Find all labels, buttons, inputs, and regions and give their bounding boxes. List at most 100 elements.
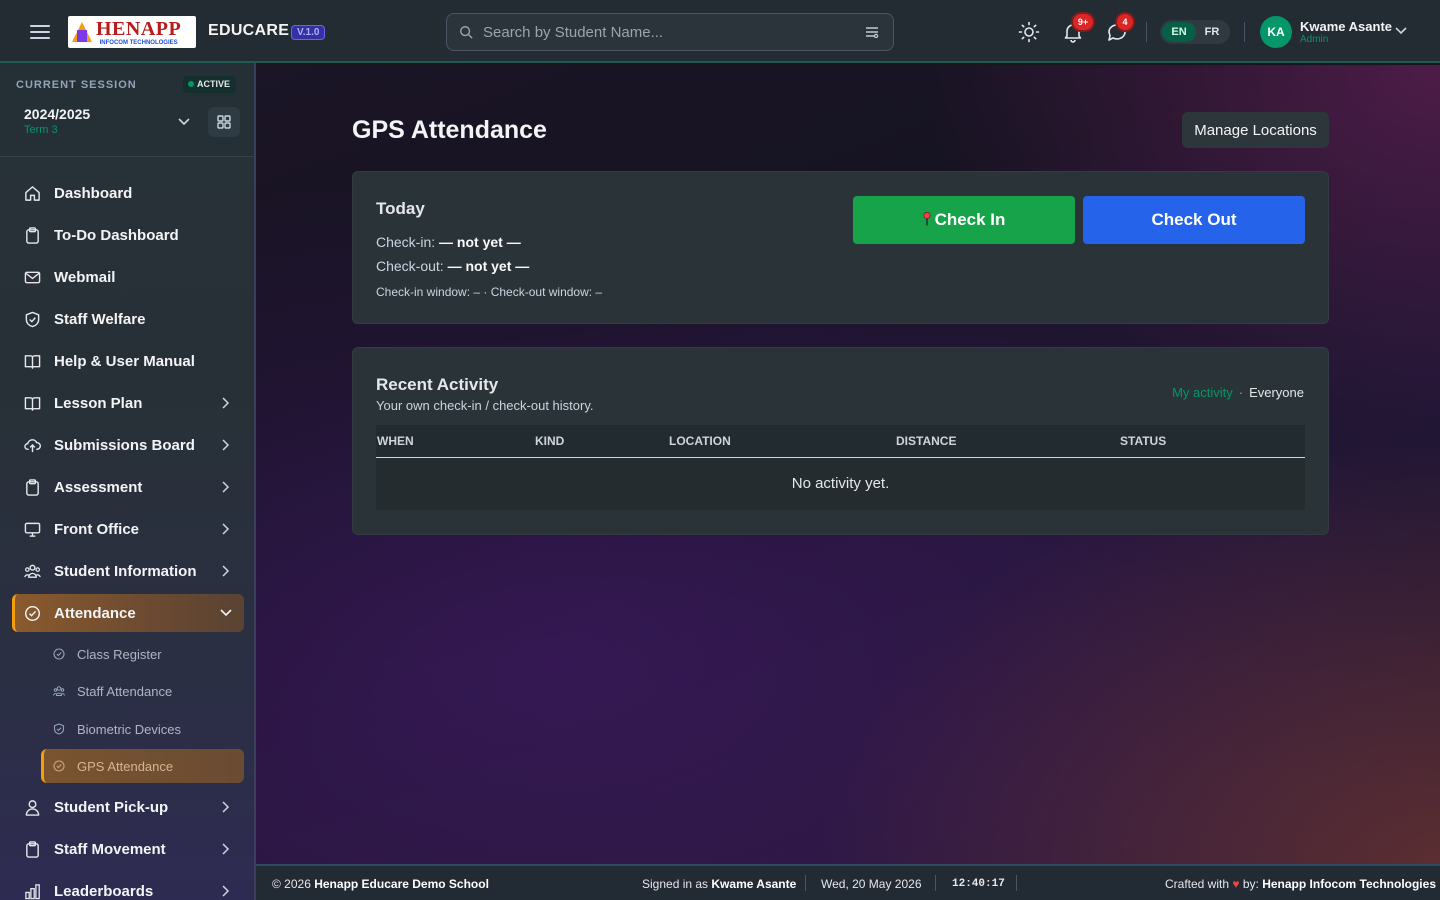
signed-in-prefix: Signed in as xyxy=(642,877,709,891)
sidebar-item-staff-welfare[interactable]: Staff Welfare xyxy=(12,300,244,338)
column-when: WHEN xyxy=(377,434,414,448)
logo-mark-icon xyxy=(68,16,96,48)
status-badge: ACTIVE xyxy=(183,76,237,93)
manage-locations-button[interactable]: Manage Locations xyxy=(1182,112,1329,148)
chevron-right-icon xyxy=(222,397,230,409)
shield-icon xyxy=(25,311,40,328)
sidebar-item-student-pickup[interactable]: Student Pick-up xyxy=(12,788,244,826)
top-bar: HENAPP INFOCOM TECHNOLOGIES EDUCARE V.1.… xyxy=(0,0,1440,63)
search-bar xyxy=(446,13,894,51)
search-input[interactable] xyxy=(483,20,863,44)
sidebar-item-label: Submissions Board xyxy=(54,437,195,454)
header-divider xyxy=(1244,22,1245,42)
user-name[interactable]: Kwame Asante xyxy=(1300,19,1392,34)
grid-icon xyxy=(217,115,231,129)
heart-icon: ♥ xyxy=(1232,877,1240,891)
check-in-label: Check In xyxy=(934,210,1006,229)
clipboard-icon xyxy=(26,479,39,496)
signed-in-user: Kwame Asante xyxy=(711,877,797,891)
sidebar-subitem-staff-attendance[interactable]: Staff Attendance xyxy=(41,674,244,708)
chevron-down-icon[interactable] xyxy=(1394,26,1408,36)
sidebar-item-front-office[interactable]: Front Office xyxy=(12,510,244,548)
monitor-icon xyxy=(24,522,41,537)
sidebar-item-submissions-board[interactable]: Submissions Board xyxy=(12,426,244,464)
header-divider xyxy=(1146,22,1147,42)
sidebar-item-help-manual[interactable]: Help & User Manual xyxy=(12,342,244,380)
cloud-upload-icon xyxy=(24,439,41,453)
session-year[interactable]: 2024/2025 xyxy=(24,106,90,122)
logo: HENAPP INFOCOM TECHNOLOGIES xyxy=(68,16,196,48)
checkin-value: — not yet — xyxy=(439,234,521,250)
users-icon xyxy=(24,564,41,578)
user-role: Admin xyxy=(1300,34,1329,45)
language-en[interactable]: EN xyxy=(1162,22,1196,42)
sidebar-item-label: Leaderboards xyxy=(54,883,154,900)
checkout-value: — not yet — xyxy=(447,258,530,274)
recent-activity-subtitle: Your own check-in / check-out history. xyxy=(376,398,594,413)
recent-activity-card: Recent Activity Your own check-in / chec… xyxy=(352,347,1329,535)
sidebar-item-lesson-plan[interactable]: Lesson Plan xyxy=(12,384,244,422)
messages-button[interactable]: 4 xyxy=(1105,14,1133,44)
language-fr[interactable]: FR xyxy=(1195,22,1229,42)
filter-everyone[interactable]: Everyone xyxy=(1249,385,1304,400)
footer-clock: 12:40:17 xyxy=(952,878,1005,890)
checkout-status: Check-out: — not yet — xyxy=(376,258,529,274)
footer-date: Wed, 20 May 2026 xyxy=(821,877,922,891)
sidebar-subitem-class-register[interactable]: Class Register xyxy=(41,637,244,671)
check-in-button[interactable]: Check In xyxy=(853,196,1075,244)
sidebar-subitem-biometric-devices[interactable]: Biometric Devices xyxy=(41,712,244,746)
session-label: CURRENT SESSION xyxy=(16,79,137,91)
users-icon xyxy=(53,686,65,696)
book-open-icon xyxy=(24,397,41,411)
sidebar-item-label: Attendance xyxy=(54,605,136,622)
sidebar-item-webmail[interactable]: Webmail xyxy=(12,258,244,296)
crafted-by: by: xyxy=(1242,877,1259,891)
company-name: Henapp Infocom Technologies xyxy=(1262,877,1436,891)
session-panel: CURRENT SESSION ACTIVE 2024/2025 Term 3 xyxy=(0,63,254,157)
menu-icon[interactable] xyxy=(30,22,50,42)
filter-my-activity[interactable]: My activity xyxy=(1172,385,1233,400)
notifications-button[interactable]: 9+ xyxy=(1061,14,1093,44)
sidebar-subitem-gps-attendance[interactable]: GPS Attendance xyxy=(41,749,244,783)
footer-credits: Crafted with ♥ by: Henapp Infocom Techno… xyxy=(1165,877,1436,891)
sidebar-item-label: Lesson Plan xyxy=(54,395,143,412)
footer-divider xyxy=(805,875,806,891)
sidebar: CURRENT SESSION ACTIVE 2024/2025 Term 3 … xyxy=(0,63,256,900)
footer-divider xyxy=(1016,875,1017,891)
sidebar-item-dashboard[interactable]: Dashboard xyxy=(12,174,244,212)
chevron-right-icon xyxy=(222,885,230,897)
empty-state: No activity yet. xyxy=(791,475,890,492)
column-location: LOCATION xyxy=(669,434,731,448)
footer-signed-in: Signed in as Kwame Asante xyxy=(642,877,796,891)
sidebar-item-label: Student Pick-up xyxy=(54,799,169,816)
apps-grid-button[interactable] xyxy=(208,107,240,137)
sidebar-item-todo-dashboard[interactable]: To-Do Dashboard xyxy=(12,216,244,254)
chevron-down-icon[interactable] xyxy=(178,118,190,126)
chevron-right-icon xyxy=(222,481,230,493)
version-badge: V.1.0 xyxy=(291,25,326,40)
logo-text: HENAPP xyxy=(96,17,182,40)
checkout-label: Check-out: xyxy=(376,258,444,274)
sidebar-item-assessment[interactable]: Assessment xyxy=(12,468,244,506)
check-circle-icon xyxy=(24,605,41,622)
brand-name: EDUCARE xyxy=(208,22,290,39)
sidebar-subitem-label: GPS Attendance xyxy=(77,759,174,774)
school-name: Henapp Educare Demo School xyxy=(314,877,489,891)
avatar[interactable]: KA xyxy=(1260,16,1292,48)
sidebar-subitem-label: Class Register xyxy=(77,647,162,662)
sidebar-item-student-information[interactable]: Student Information xyxy=(12,552,244,590)
filter-icon[interactable] xyxy=(865,26,879,38)
theme-toggle-button[interactable] xyxy=(1017,20,1041,44)
copyright-year: © 2026 xyxy=(272,877,311,891)
table-header: WHEN KIND LOCATION DISTANCE STATUS xyxy=(376,425,1305,458)
sidebar-subitem-label: Staff Attendance xyxy=(77,684,173,699)
sidebar-item-attendance[interactable]: Attendance xyxy=(12,594,244,632)
sidebar-item-label: Staff Welfare xyxy=(54,311,146,328)
sidebar-item-staff-movement[interactable]: Staff Movement xyxy=(12,830,244,868)
sidebar-item-label: Front Office xyxy=(54,521,139,538)
sidebar-subitem-label: Biometric Devices xyxy=(77,722,182,737)
check-out-button[interactable]: Check Out xyxy=(1083,196,1305,244)
today-card: Today Check-in: — not yet — Check-out: —… xyxy=(352,171,1329,324)
session-term: Term 3 xyxy=(24,124,58,136)
sidebar-item-leaderboards[interactable]: Leaderboards xyxy=(12,872,244,900)
